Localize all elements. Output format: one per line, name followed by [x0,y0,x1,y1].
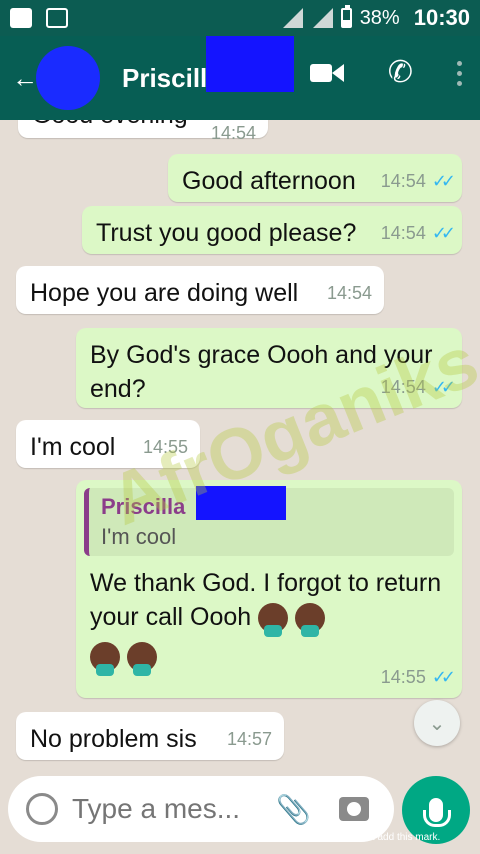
watermark-notice: Processed using the free version of Wate… [39,832,441,843]
quoted-text: I'm cool [101,524,177,549]
scroll-to-bottom-button[interactable]: ⌄ [414,700,460,746]
video-call-icon[interactable] [309,62,344,84]
message-input[interactable] [72,793,252,825]
attach-icon[interactable]: 📎 [276,793,311,826]
battery-icon [340,5,352,28]
avatar[interactable] [36,46,100,110]
emoji-icon [295,603,326,638]
redaction-mark [206,36,294,92]
message-bubble-incoming[interactable]: I'm cool 14:55 [16,420,200,468]
status-bar: 38% 10:30 [0,0,480,36]
message-bubble-incoming[interactable]: No problem sis 14:57 [16,712,284,760]
microphone-icon [423,798,451,827]
wifi-signal-icon [281,8,303,28]
voice-call-icon[interactable]: ✆ [388,58,413,88]
message-time: 14:54 [326,283,372,303]
message-bubble-outgoing[interactable]: Good afternoon 14:54 ✓✓ [168,154,462,202]
message-time: 14:54 [380,377,426,397]
chat-header: ← Priscilla ✆ [0,36,480,120]
message-time: 14:55 [142,437,188,457]
emoji-icon [258,603,289,638]
redaction-mark [196,486,286,520]
message-time: 14:54 [210,123,256,143]
message-bubble-incoming[interactable]: Good evening 14:54 [18,120,268,143]
read-receipt-icon: ✓✓ [431,171,456,191]
message-bubble-incoming[interactable]: Hope you are doing well 14:54 [16,266,384,314]
emoji-icon [90,642,120,677]
image-notification-icon [46,8,68,28]
message-time: 14:55 [380,667,426,687]
camera-icon[interactable] [338,797,369,821]
read-receipt-icon: ✓✓ [431,223,456,243]
read-receipt-icon: ✓✓ [431,377,456,397]
message-list[interactable]: Good evening 14:54 Good afternoon 14:54✓… [0,120,480,774]
emoji-icon [126,642,157,677]
message-time: 14:54 [380,171,426,191]
emoji-button[interactable] [26,793,58,825]
clock: 10:30 [413,5,470,30]
message-notification-icon [10,8,32,28]
message-bubble-outgoing[interactable]: Priscilla I'm cool We thank God. I forgo… [76,480,462,698]
message-time: 14:54 [380,223,426,243]
battery-percent: 38% [359,6,400,29]
more-options-icon[interactable] [457,60,462,86]
read-receipt-icon: ✓✓ [431,667,456,687]
message-bubble-outgoing[interactable]: By God's grace Oooh and your end? 14:54 ✓… [76,328,462,408]
cell-signal-icon [311,8,333,28]
message-time: 14:57 [226,729,272,749]
message-bubble-outgoing[interactable]: Trust you good please? 14:54 ✓✓ [82,206,462,254]
message-text: Hope you are doing well [30,279,299,307]
back-arrow-icon[interactable]: ← [12,63,38,94]
chevron-down-icon: ⌄ [428,712,446,735]
